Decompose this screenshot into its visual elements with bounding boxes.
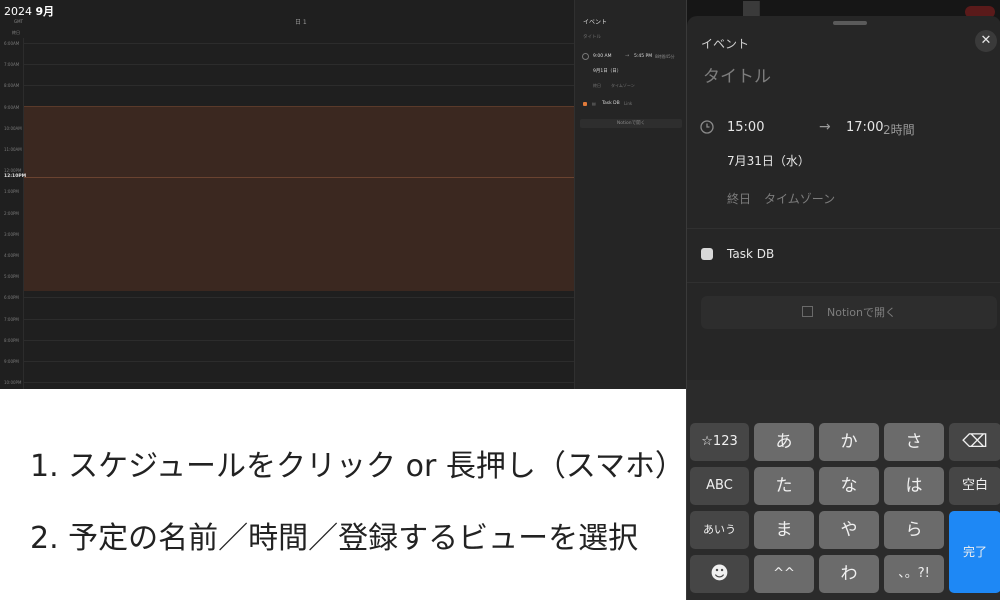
calendar-view: 2024 9月 日 1 GMT 終日 6:00AM 7:00AM 8:00AM 9:0… xyxy=(0,0,686,389)
clock-icon xyxy=(700,120,714,134)
hour-line xyxy=(24,340,574,341)
hour-label: 11:00AM xyxy=(4,147,22,152)
hour-label: 1:00PM xyxy=(4,189,19,194)
panel-timezone[interactable]: タイムゾーン xyxy=(611,83,635,89)
hour-label: 7:00AM xyxy=(4,62,20,67)
arrow-right-icon: → xyxy=(819,119,831,135)
timezone-label: GMT xyxy=(14,19,23,24)
hour-line xyxy=(24,64,574,65)
hour-label: 7:00PM xyxy=(4,317,19,322)
hour-label: 3:00PM xyxy=(4,232,19,237)
panel-start-time[interactable]: 9:00 AM xyxy=(593,54,612,59)
hour-label: 12:00PM xyxy=(4,168,22,173)
calendar-month: 9月 xyxy=(35,5,55,18)
japanese-keyboard: ☆123 あ か さ ⌫ ABC た な は 空白 あいう ま や ら 完了 ☻… xyxy=(687,380,1000,600)
panel-title: イベント xyxy=(583,19,608,26)
panel-database[interactable]: Task DB xyxy=(602,101,620,106)
key-abc[interactable]: ABC xyxy=(690,467,749,505)
divider xyxy=(687,228,1000,229)
hour-label: 9:00AM xyxy=(4,105,20,110)
event-date[interactable]: 7月31日（水） xyxy=(727,152,810,169)
emoji-icon[interactable]: ☻ xyxy=(690,555,749,593)
event-title-input[interactable] xyxy=(701,62,985,92)
hour-label: 8:00PM xyxy=(4,338,19,343)
panel-duration: 8時間45分 xyxy=(655,54,675,59)
database-selector[interactable]: Task DB xyxy=(727,247,774,261)
key-wa[interactable]: わ xyxy=(819,555,879,593)
end-time[interactable]: 17:00 xyxy=(846,120,883,135)
hour-line xyxy=(24,297,574,298)
key-na[interactable]: な xyxy=(819,467,879,505)
key-aiu[interactable]: あいう xyxy=(690,511,749,549)
hour-line xyxy=(24,85,574,86)
external-link-icon xyxy=(801,306,813,317)
key-delete[interactable]: ⌫ xyxy=(949,423,1000,461)
hour-label: 4:00PM xyxy=(4,253,19,258)
hour-label: 6:00AM xyxy=(4,41,20,46)
hour-label: 2:00PM xyxy=(4,211,19,216)
key-ra[interactable]: ら xyxy=(884,511,944,549)
calendar-year: 2024 xyxy=(4,5,32,18)
panel-title-input[interactable]: タイトル xyxy=(583,34,601,40)
hour-label: 9:00PM xyxy=(4,359,19,364)
timezone-selector[interactable]: タイムゾーン xyxy=(764,190,835,207)
hour-label: 5:00PM xyxy=(4,274,19,279)
calendar-event-panel: イベント タイトル 9:00 AM → 5:45 PM 8時間45分 9月1日（… xyxy=(574,0,686,389)
sheet-grabber[interactable] xyxy=(833,21,867,25)
hour-line xyxy=(24,382,574,383)
duration-label: 2時間 xyxy=(883,123,915,137)
instruction-step-2: 2. 予定の名前／時間／登録するビューを選択 xyxy=(30,521,639,556)
sheet-title: イベント xyxy=(701,37,750,51)
hour-line xyxy=(24,319,574,320)
key-ta[interactable]: た xyxy=(754,467,814,505)
key-sa[interactable]: さ xyxy=(884,423,944,461)
mobile-view: ■ イベント ✕ 15:00 → 17:00 2時間 7月31日（水） 終日 タ… xyxy=(686,0,1000,600)
instructions-panel: 1. スケジュールをクリック or 長押し（スマホ） 2. 予定の名前／時間／登… xyxy=(0,389,686,600)
key-ya[interactable]: や xyxy=(819,511,879,549)
key-ha[interactable]: は xyxy=(884,467,944,505)
key-ma[interactable]: ま xyxy=(754,511,814,549)
panel-link[interactable]: Link xyxy=(624,101,632,106)
hour-line xyxy=(24,43,574,44)
hour-line xyxy=(24,361,574,362)
divider xyxy=(687,282,1000,283)
database-color-icon[interactable] xyxy=(701,248,713,260)
database-icon: ▤ xyxy=(592,101,596,106)
event-sheet: イベント ✕ 15:00 → 17:00 2時間 7月31日（水） 終日 タイム… xyxy=(687,16,1000,380)
hour-label: 10:00AM xyxy=(4,126,22,131)
start-time[interactable]: 15:00 xyxy=(727,120,764,135)
database-color-icon xyxy=(583,102,587,106)
allday-row-label: 終日 xyxy=(12,30,20,35)
key-kaomoji[interactable]: ^^ xyxy=(754,555,814,593)
day-column-header: 日 1 xyxy=(295,19,307,26)
key-a[interactable]: あ xyxy=(754,423,814,461)
key-ka[interactable]: か xyxy=(819,423,879,461)
clock-icon xyxy=(582,53,589,60)
open-in-notion-button[interactable]: Notionで開く xyxy=(701,296,997,329)
panel-date[interactable]: 9月1日（日） xyxy=(593,68,621,74)
calendar-header: 2024 9月 xyxy=(4,3,54,19)
hour-label: 8:00AM xyxy=(4,83,20,88)
calendar-event-block[interactable] xyxy=(24,106,574,291)
key-123[interactable]: ☆123 xyxy=(690,423,749,461)
hour-label: 10:00PM xyxy=(4,380,22,385)
current-time-line xyxy=(24,177,574,178)
close-button[interactable]: ✕ xyxy=(975,30,997,52)
panel-open-notion-button[interactable]: Notionで開く xyxy=(580,119,682,128)
instruction-step-1: 1. スケジュールをクリック or 長押し（スマホ） xyxy=(30,449,685,484)
panel-end-time[interactable]: 5:45 PM xyxy=(634,54,652,59)
allday-toggle[interactable]: 終日 xyxy=(727,190,751,207)
arrow-right-icon: → xyxy=(625,53,630,59)
key-done[interactable]: 完了 xyxy=(949,511,1000,593)
key-punctuation[interactable]: 、。?! xyxy=(884,555,944,593)
open-in-notion-label: Notionで開く xyxy=(826,306,897,319)
current-time-label: 12:10PM xyxy=(4,174,27,179)
key-space[interactable]: 空白 xyxy=(949,467,1000,505)
hour-label: 6:00PM xyxy=(4,295,19,300)
panel-allday-toggle[interactable]: 終日 xyxy=(593,83,601,89)
